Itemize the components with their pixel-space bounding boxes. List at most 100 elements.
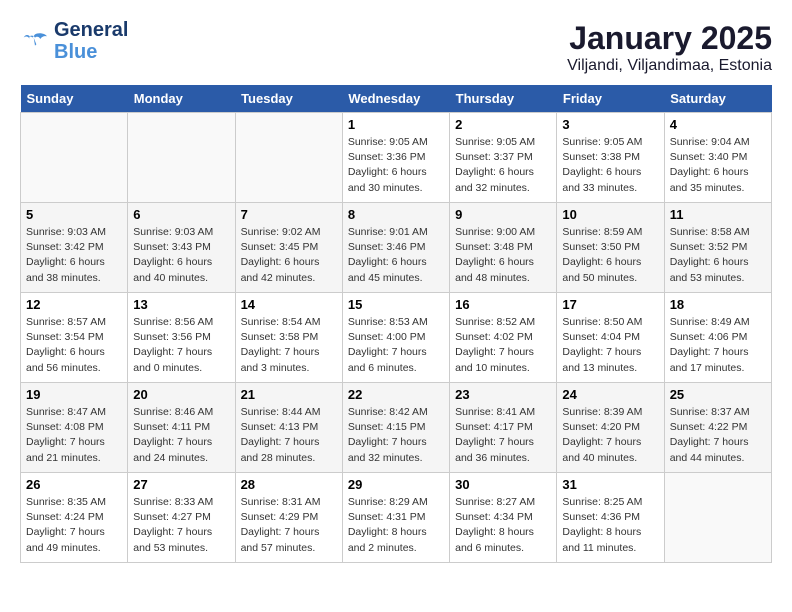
- day-number: 25: [670, 387, 766, 402]
- calendar-week-row: 26Sunrise: 8:35 AM Sunset: 4:24 PM Dayli…: [21, 473, 772, 563]
- calendar-cell: 3Sunrise: 9:05 AM Sunset: 3:38 PM Daylig…: [557, 113, 664, 203]
- calendar-cell: 9Sunrise: 9:00 AM Sunset: 3:48 PM Daylig…: [450, 203, 557, 293]
- day-number: 31: [562, 477, 658, 492]
- day-number: 5: [26, 207, 122, 222]
- calendar-cell: 31 Sunrise: 8:25 AM Sunset: 4:36 PM Dayli…: [557, 473, 664, 563]
- calendar-title: January 2025: [567, 20, 772, 57]
- day-info: Sunrise: 8:25 AM Sunset: 4:36 PM Dayligh…: [562, 495, 658, 556]
- day-number: 17: [562, 297, 658, 312]
- day-number: 28: [241, 477, 337, 492]
- calendar-cell: 14Sunrise: 8:54 AM Sunset: 3:58 PM Dayli…: [235, 293, 342, 383]
- weekday-header-row: SundayMondayTuesdayWednesdayThursdayFrid…: [21, 85, 772, 113]
- day-number: 9: [455, 207, 551, 222]
- day-info: Sunrise: 9:03 AM Sunset: 3:43 PM Dayligh…: [133, 225, 229, 286]
- calendar-table: SundayMondayTuesdayWednesdayThursdayFrid…: [20, 85, 772, 563]
- day-info: Sunrise: 8:57 AM Sunset: 3:54 PM Dayligh…: [26, 315, 122, 376]
- day-info: Sunrise: 8:44 AM Sunset: 4:13 PM Dayligh…: [241, 405, 337, 466]
- logo-text-block: General Blue: [54, 20, 128, 62]
- day-info: Sunrise: 8:33 AM Sunset: 4:27 PM Dayligh…: [133, 495, 229, 556]
- day-number: 26: [26, 477, 122, 492]
- weekday-header: Tuesday: [235, 85, 342, 113]
- day-number: 30: [455, 477, 551, 492]
- day-number: 24: [562, 387, 658, 402]
- calendar-cell: [664, 473, 771, 563]
- calendar-cell: [21, 113, 128, 203]
- calendar-cell: 26Sunrise: 8:35 AM Sunset: 4:24 PM Dayli…: [21, 473, 128, 563]
- day-number: 10: [562, 207, 658, 222]
- weekday-header: Thursday: [450, 85, 557, 113]
- day-info: Sunrise: 8:41 AM Sunset: 4:17 PM Dayligh…: [455, 405, 551, 466]
- logo-blue: Blue: [54, 42, 97, 62]
- calendar-cell: 20Sunrise: 8:46 AM Sunset: 4:11 PM Dayli…: [128, 383, 235, 473]
- calendar-cell: 6Sunrise: 9:03 AM Sunset: 3:43 PM Daylig…: [128, 203, 235, 293]
- day-info: Sunrise: 9:02 AM Sunset: 3:45 PM Dayligh…: [241, 225, 337, 286]
- weekday-header: Saturday: [664, 85, 771, 113]
- calendar-cell: 23 Sunrise: 8:41 AM Sunset: 4:17 PM Dayli…: [450, 383, 557, 473]
- day-number: 15: [348, 297, 444, 312]
- day-info: Sunrise: 8:42 AM Sunset: 4:15 PM Dayligh…: [348, 405, 444, 466]
- day-info: Sunrise: 8:37 AM Sunset: 4:22 PM Dayligh…: [670, 405, 766, 466]
- calendar-week-row: 1 Sunrise: 9:05 AM Sunset: 3:36 PM Daylig…: [21, 113, 772, 203]
- calendar-cell: 27Sunrise: 8:33 AM Sunset: 4:27 PM Dayli…: [128, 473, 235, 563]
- logo: General Blue: [20, 20, 128, 62]
- day-info: Sunrise: 8:53 AM Sunset: 4:00 PM Dayligh…: [348, 315, 444, 376]
- day-info: Sunrise: 8:47 AM Sunset: 4:08 PM Dayligh…: [26, 405, 122, 466]
- day-info: Sunrise: 8:31 AM Sunset: 4:29 PM Dayligh…: [241, 495, 337, 556]
- calendar-cell: 7 Sunrise: 9:02 AM Sunset: 3:45 PM Daylig…: [235, 203, 342, 293]
- calendar-cell: 17 Sunrise: 8:50 AM Sunset: 4:04 PM Dayli…: [557, 293, 664, 383]
- day-number: 2: [455, 117, 551, 132]
- calendar-week-row: 5 Sunrise: 9:03 AM Sunset: 3:42 PM Daylig…: [21, 203, 772, 293]
- day-number: 23: [455, 387, 551, 402]
- calendar-cell: 29 Sunrise: 8:29 AM Sunset: 4:31 PM Dayli…: [342, 473, 449, 563]
- calendar-week-row: 12Sunrise: 8:57 AM Sunset: 3:54 PM Dayli…: [21, 293, 772, 383]
- day-number: 8: [348, 207, 444, 222]
- day-number: 16: [455, 297, 551, 312]
- logo-icon: [20, 31, 50, 51]
- calendar-cell: 28 Sunrise: 8:31 AM Sunset: 4:29 PM Dayli…: [235, 473, 342, 563]
- calendar-cell: [235, 113, 342, 203]
- calendar-cell: 10 Sunrise: 8:59 AM Sunset: 3:50 PM Dayli…: [557, 203, 664, 293]
- day-number: 1: [348, 117, 444, 132]
- page-header: General Blue January 2025 Viljandi, Vilj…: [20, 20, 772, 75]
- day-info: Sunrise: 8:39 AM Sunset: 4:20 PM Dayligh…: [562, 405, 658, 466]
- day-number: 22: [348, 387, 444, 402]
- day-number: 21: [241, 387, 337, 402]
- weekday-header: Monday: [128, 85, 235, 113]
- logo-general: General: [54, 20, 128, 40]
- calendar-cell: 15 Sunrise: 8:53 AM Sunset: 4:00 PM Dayli…: [342, 293, 449, 383]
- calendar-cell: 30Sunrise: 8:27 AM Sunset: 4:34 PM Dayli…: [450, 473, 557, 563]
- day-number: 11: [670, 207, 766, 222]
- calendar-cell: 24 Sunrise: 8:39 AM Sunset: 4:20 PM Dayli…: [557, 383, 664, 473]
- calendar-subtitle: Viljandi, Viljandimaa, Estonia: [567, 57, 772, 75]
- day-number: 19: [26, 387, 122, 402]
- day-info: Sunrise: 8:29 AM Sunset: 4:31 PM Dayligh…: [348, 495, 444, 556]
- weekday-header: Wednesday: [342, 85, 449, 113]
- day-info: Sunrise: 8:49 AM Sunset: 4:06 PM Dayligh…: [670, 315, 766, 376]
- day-number: 18: [670, 297, 766, 312]
- day-info: Sunrise: 8:50 AM Sunset: 4:04 PM Dayligh…: [562, 315, 658, 376]
- day-info: Sunrise: 8:56 AM Sunset: 3:56 PM Dayligh…: [133, 315, 229, 376]
- day-info: Sunrise: 9:01 AM Sunset: 3:46 PM Dayligh…: [348, 225, 444, 286]
- calendar-cell: 12Sunrise: 8:57 AM Sunset: 3:54 PM Dayli…: [21, 293, 128, 383]
- day-number: 7: [241, 207, 337, 222]
- calendar-cell: 22 Sunrise: 8:42 AM Sunset: 4:15 PM Dayli…: [342, 383, 449, 473]
- calendar-title-block: January 2025 Viljandi, Viljandimaa, Esto…: [567, 20, 772, 75]
- calendar-week-row: 19 Sunrise: 8:47 AM Sunset: 4:08 PM Dayli…: [21, 383, 772, 473]
- calendar-cell: 1 Sunrise: 9:05 AM Sunset: 3:36 PM Daylig…: [342, 113, 449, 203]
- calendar-cell: 21 Sunrise: 8:44 AM Sunset: 4:13 PM Dayli…: [235, 383, 342, 473]
- day-number: 29: [348, 477, 444, 492]
- calendar-cell: 16Sunrise: 8:52 AM Sunset: 4:02 PM Dayli…: [450, 293, 557, 383]
- day-info: Sunrise: 9:05 AM Sunset: 3:36 PM Dayligh…: [348, 135, 444, 196]
- calendar-cell: 19 Sunrise: 8:47 AM Sunset: 4:08 PM Dayli…: [21, 383, 128, 473]
- day-info: Sunrise: 8:59 AM Sunset: 3:50 PM Dayligh…: [562, 225, 658, 286]
- calendar-cell: 11Sunrise: 8:58 AM Sunset: 3:52 PM Dayli…: [664, 203, 771, 293]
- day-info: Sunrise: 9:05 AM Sunset: 3:37 PM Dayligh…: [455, 135, 551, 196]
- calendar-cell: 5 Sunrise: 9:03 AM Sunset: 3:42 PM Daylig…: [21, 203, 128, 293]
- day-number: 13: [133, 297, 229, 312]
- day-number: 4: [670, 117, 766, 132]
- calendar-cell: 8 Sunrise: 9:01 AM Sunset: 3:46 PM Daylig…: [342, 203, 449, 293]
- calendar-cell: 2 Sunrise: 9:05 AM Sunset: 3:37 PM Daylig…: [450, 113, 557, 203]
- day-info: Sunrise: 9:03 AM Sunset: 3:42 PM Dayligh…: [26, 225, 122, 286]
- day-info: Sunrise: 8:54 AM Sunset: 3:58 PM Dayligh…: [241, 315, 337, 376]
- weekday-header: Friday: [557, 85, 664, 113]
